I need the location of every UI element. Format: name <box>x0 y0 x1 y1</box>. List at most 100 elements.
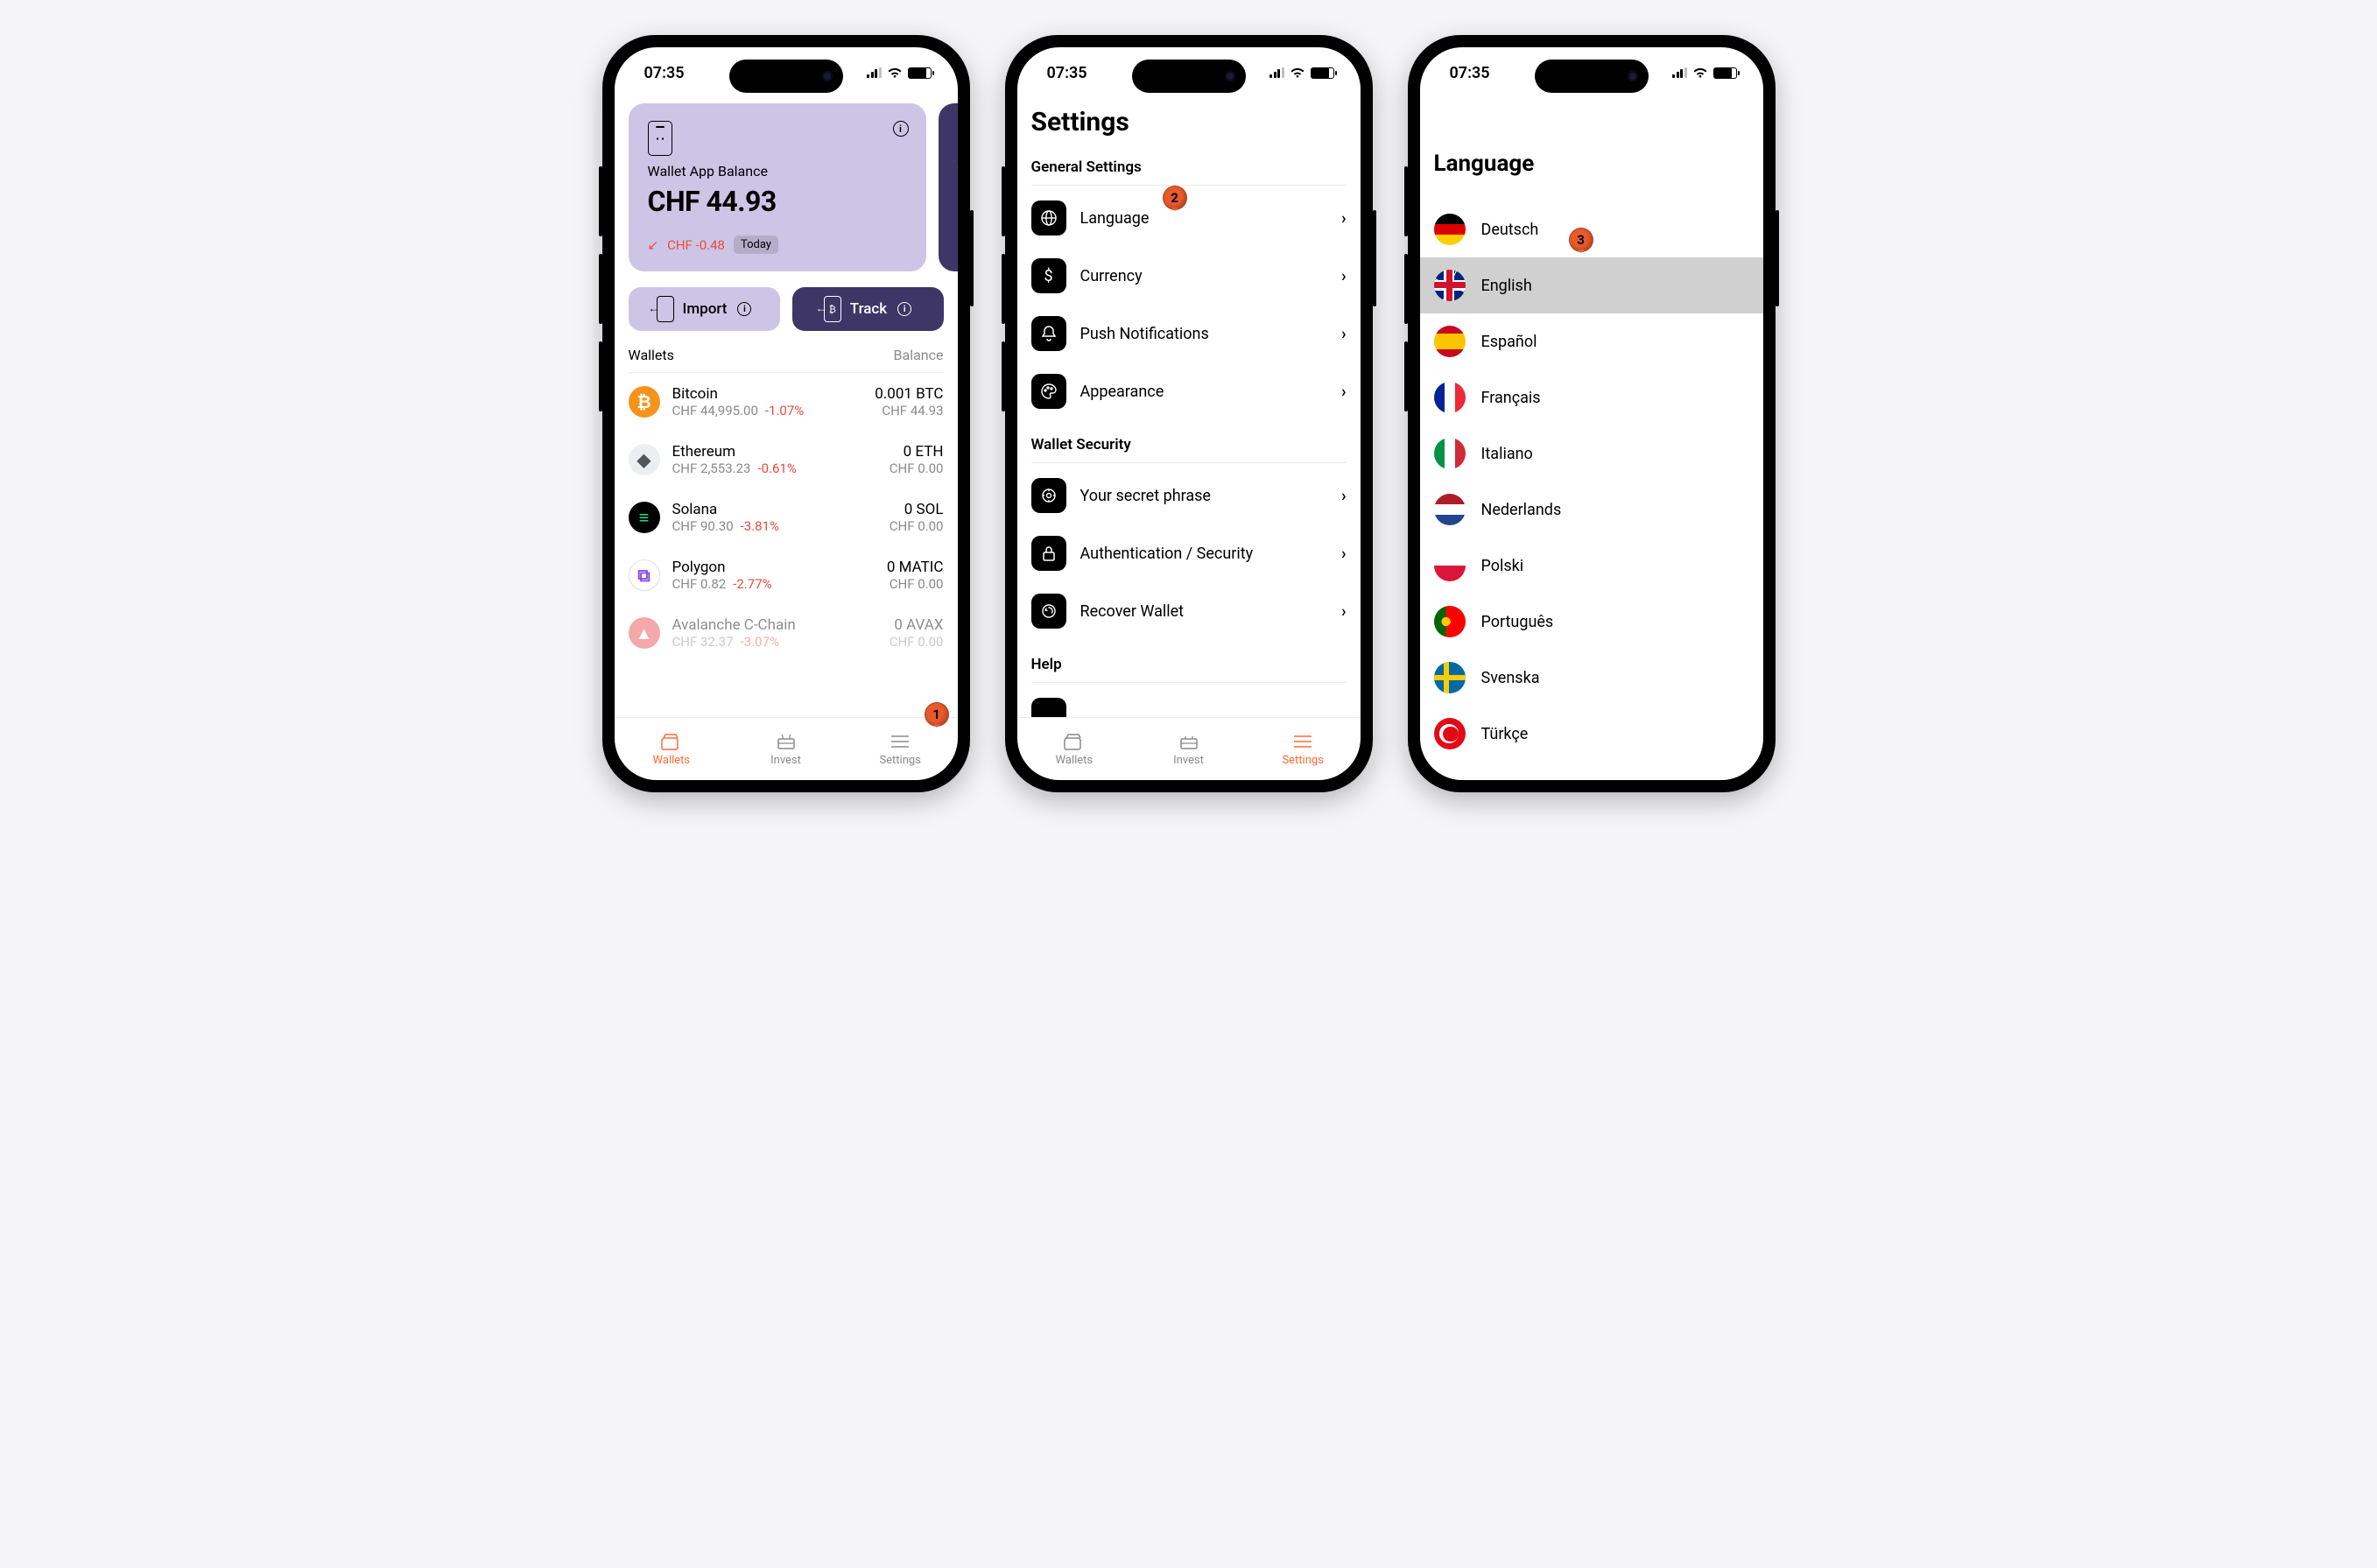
asset-amount: 0 MATIC <box>887 559 944 576</box>
setting-appearance[interactable]: Appearance › <box>1031 362 1347 420</box>
asset-amount: 0.001 BTC <box>875 385 943 403</box>
lang-label: English <box>1481 277 1532 295</box>
wallet-balance-card[interactable]: i Wallet App Balance CHF 44.93 ↙ CHF -0.… <box>629 103 926 271</box>
lang-pt[interactable]: Português <box>1420 594 1763 650</box>
asset-change: -3.81% <box>741 518 779 534</box>
palette-icon <box>1031 374 1066 409</box>
lang-en[interactable]: English 3 <box>1420 257 1763 313</box>
asset-list[interactable]: ₿ Bitcoin CHF 44,995.00 -1.07% 0.001 BTC… <box>615 373 958 662</box>
import-button[interactable]: Import i <box>629 287 780 331</box>
language-content: Language Deutsch English 3 Español Franç… <box>1420 98 1763 780</box>
section-security: Wallet Security <box>1031 436 1347 454</box>
header-left: Wallets <box>629 347 674 363</box>
info-icon[interactable]: i <box>893 121 909 137</box>
balance-cards-row[interactable]: i Wallet App Balance CHF 44.93 ↙ CHF -0.… <box>615 98 958 271</box>
asset-row[interactable]: ◆ Ethereum CHF 2,553.23 -0.61% 0 ETH CHF… <box>615 431 958 489</box>
lang-label: Polski <box>1481 557 1524 575</box>
asset-row[interactable]: ≡ Solana CHF 90.30 -3.81% 0 SOL CHF 0.00 <box>615 489 958 546</box>
setting-help-item[interactable] <box>1031 686 1347 717</box>
asset-amount: 0 ETH <box>890 443 944 461</box>
shield-icon <box>1031 478 1066 513</box>
asset-row[interactable]: ⧉ Polygon CHF 0.82 -2.77% 0 MATIC CHF 0.… <box>615 546 958 604</box>
tab-label: Settings <box>1282 754 1323 767</box>
tab-invest[interactable]: Invest <box>728 718 843 780</box>
page-title: Language <box>1434 151 1749 177</box>
divider <box>1031 185 1347 186</box>
asset-row[interactable]: ▲ Avalanche C-Chain CHF 32.37 -3.07% 0 A… <box>615 604 958 662</box>
asset-name: Ethereum <box>672 443 877 461</box>
lang-sv[interactable]: Svenska <box>1420 650 1763 706</box>
track-icon: ₿ <box>824 296 841 322</box>
battery-icon <box>1713 67 1737 79</box>
tab-wallets[interactable]: Wallets <box>615 718 729 780</box>
lang-label: Português <box>1481 613 1554 631</box>
import-label: Import <box>683 300 728 318</box>
asset-price: CHF 2,553.23 <box>672 461 751 476</box>
asset-amount: 0 SOL <box>890 501 944 518</box>
lang-fr[interactable]: Français <box>1420 369 1763 425</box>
dollar-icon: $ <box>1031 258 1066 293</box>
lang-es[interactable]: Español <box>1420 313 1763 369</box>
header-right: Balance <box>894 347 944 363</box>
setting-currency[interactable]: $ Currency › <box>1031 247 1347 305</box>
tab-label: Wallets <box>1056 754 1094 767</box>
invest-icon <box>776 732 797 751</box>
asset-row[interactable]: ₿ Bitcoin CHF 44,995.00 -1.07% 0.001 BTC… <box>615 373 958 431</box>
track-balance-card[interactable]: ₿ Trac CH ↗ C <box>939 103 958 271</box>
setting-label: Language <box>1080 209 1328 228</box>
asset-amount: 0 AVAX <box>890 616 944 634</box>
period-pill[interactable]: Today <box>734 236 778 254</box>
setting-auth[interactable]: Authentication / Security › <box>1031 524 1347 582</box>
coin-icon: ⧉ <box>629 559 660 591</box>
tab-invest[interactable]: Invest <box>1131 718 1246 780</box>
info-icon[interactable]: i <box>897 302 911 316</box>
track-label: Track <box>850 300 887 318</box>
divider <box>1031 682 1347 683</box>
import-icon <box>657 296 674 322</box>
asset-change: -2.77% <box>733 576 771 592</box>
chevron-right-icon: › <box>1341 325 1346 343</box>
dynamic-island <box>1535 60 1649 93</box>
hamburger-icon <box>1293 732 1312 751</box>
setting-language[interactable]: Language › 2 <box>1031 189 1347 247</box>
cellular-icon <box>1269 67 1284 78</box>
setting-secret-phrase[interactable]: Your secret phrase › <box>1031 467 1347 524</box>
status-time: 07:35 <box>1450 64 1490 82</box>
lang-label: Español <box>1481 333 1537 351</box>
lang-it[interactable]: Italiano <box>1420 425 1763 482</box>
tab-wallets[interactable]: Wallets <box>1017 718 1132 780</box>
asset-change: -0.61% <box>757 461 796 476</box>
chevron-right-icon: › <box>1341 383 1346 401</box>
asset-name: Solana <box>672 501 877 518</box>
lang-nl[interactable]: Nederlands <box>1420 482 1763 538</box>
lang-pl[interactable]: Polski <box>1420 538 1763 594</box>
tab-settings[interactable]: Settings <box>1246 718 1361 780</box>
flag-tr-icon <box>1434 718 1466 749</box>
asset-name: Avalanche C-Chain <box>672 616 877 634</box>
setting-push[interactable]: Push Notifications › <box>1031 305 1347 362</box>
tab-settings[interactable]: Settings 1 <box>843 718 958 780</box>
wallet-icon <box>661 732 682 751</box>
lang-de[interactable]: Deutsch <box>1420 201 1763 257</box>
setting-recover[interactable]: Recover Wallet › <box>1031 582 1347 640</box>
info-icon[interactable]: i <box>737 302 751 316</box>
flag-sv-icon <box>1434 662 1466 693</box>
wifi-icon <box>1692 67 1708 79</box>
page-title: Settings <box>1031 107 1347 137</box>
asset-change: -1.07% <box>765 403 804 418</box>
track-button[interactable]: ₿ Track i <box>792 287 944 331</box>
lang-label: Türkçe <box>1481 725 1529 743</box>
phone-outline-icon <box>648 121 672 156</box>
status-time: 07:35 <box>644 64 685 82</box>
coin-icon: ▲ <box>629 617 660 649</box>
coin-icon: ≡ <box>629 502 660 533</box>
lock-icon <box>1031 536 1066 571</box>
card-amount: CHF 44.93 <box>648 185 907 218</box>
asset-price: CHF 32.37 <box>672 634 734 650</box>
flag-es-icon <box>1434 326 1466 357</box>
lang-tr[interactable]: Türkçe <box>1420 706 1763 762</box>
annotation-badge-1: 1 <box>925 702 949 727</box>
tab-label: Invest <box>1173 754 1204 767</box>
lang-label: Italiano <box>1481 445 1533 463</box>
fade-overlay <box>615 682 958 717</box>
